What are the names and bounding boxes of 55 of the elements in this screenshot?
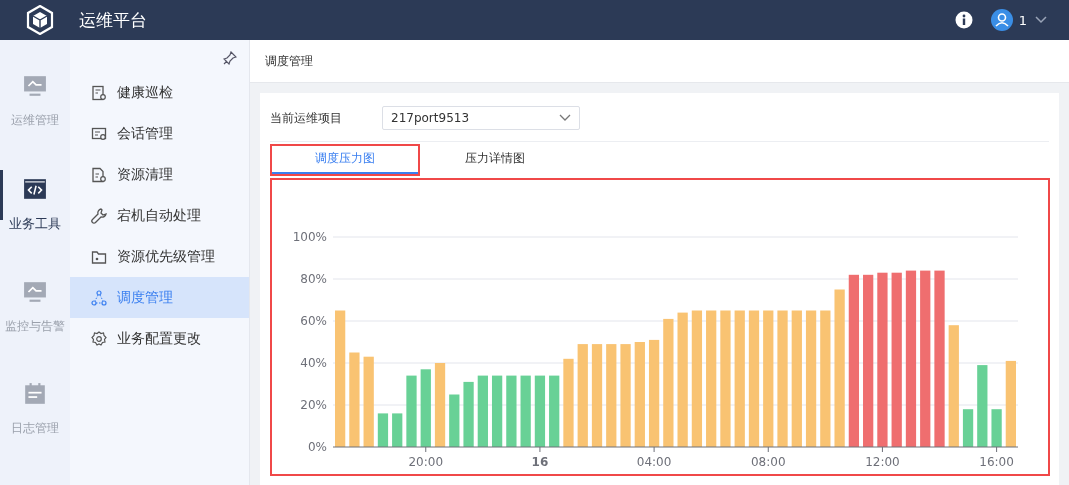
axis-label: 08:00	[750, 455, 786, 469]
axis-label: 40%	[300, 356, 327, 370]
bar	[962, 409, 974, 447]
document-icon	[91, 84, 107, 101]
monitor-icon	[23, 279, 47, 304]
document-icon	[91, 125, 107, 142]
bar	[449, 394, 460, 447]
app-title: 运维平台	[79, 8, 147, 32]
menu-item[interactable]: 宕机自动处理	[70, 195, 249, 236]
nodes-icon	[91, 289, 107, 306]
axis-label: 0%	[307, 440, 327, 454]
tab[interactable]: 调度压力图	[270, 144, 420, 175]
gear-icon	[91, 330, 107, 347]
bar	[406, 375, 417, 447]
project-select[interactable]: 217port9513	[382, 106, 580, 130]
axis-label: 16:00	[979, 455, 1014, 469]
bar	[506, 375, 517, 447]
menu-item[interactable]: 资源优先级管理	[70, 236, 249, 277]
bar	[520, 375, 531, 447]
bar	[392, 413, 403, 447]
wrench-icon	[91, 207, 107, 224]
calendar-icon	[23, 382, 47, 407]
bar	[549, 375, 560, 447]
menu-item[interactable]: 健康巡检	[70, 72, 249, 113]
page-title: 调度管理	[265, 52, 313, 70]
axis-label: 04:00	[636, 455, 672, 469]
field-label: 当前运维项目	[270, 109, 343, 127]
cube-logo-icon	[25, 5, 55, 35]
menu-item[interactable]: 业务配置更改	[70, 318, 249, 359]
bar	[377, 413, 389, 447]
axis-label: 16	[531, 455, 549, 469]
folder-icon	[91, 248, 107, 265]
monitor-icon	[23, 74, 47, 98]
axis-label: 60%	[300, 314, 327, 328]
bar	[492, 375, 503, 447]
menu-item[interactable]: 资源清理	[70, 154, 249, 195]
axis-label: 12:00	[865, 455, 900, 469]
user-avatar-icon[interactable]	[990, 9, 1013, 31]
bar	[991, 409, 1002, 447]
user-name[interactable]: 1	[1018, 12, 1027, 28]
chevron-down-icon[interactable]	[1035, 16, 1047, 24]
axis-label: 20:00	[408, 455, 444, 469]
menu-item[interactable]: 会话管理	[70, 113, 249, 154]
chevron-down-icon	[559, 114, 571, 122]
pin-icon[interactable]	[223, 51, 237, 65]
axis-label: 100%	[292, 230, 327, 244]
axis-label: 80%	[300, 272, 327, 286]
bar	[477, 375, 488, 447]
info-icon[interactable]	[954, 11, 973, 29]
code-window-icon	[23, 176, 47, 201]
bar	[463, 381, 474, 447]
document-icon	[91, 166, 107, 183]
bar	[534, 375, 546, 447]
axis-label: 20%	[300, 398, 327, 412]
tab[interactable]: 压力详情图	[420, 144, 570, 172]
